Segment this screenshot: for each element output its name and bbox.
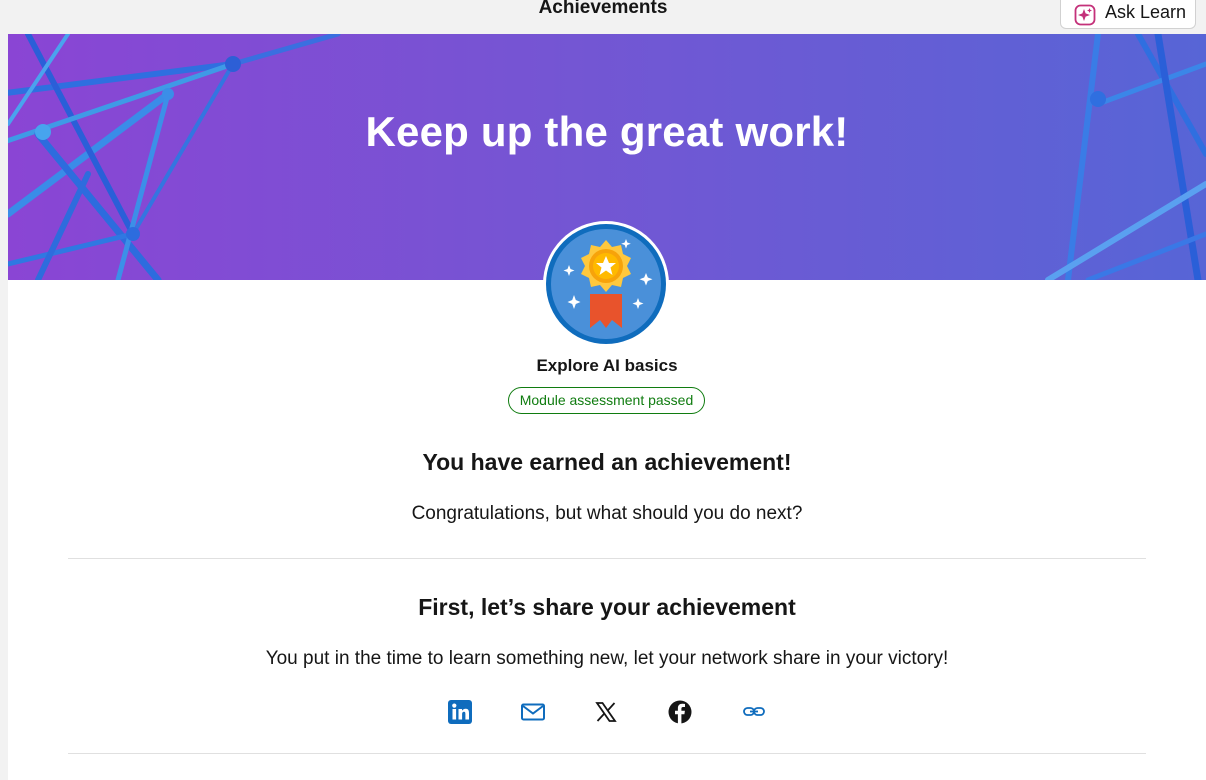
ask-learn-button[interactable]: Ask Learn [1060,0,1196,29]
divider [68,753,1146,754]
share-icons [8,699,1206,729]
divider [68,558,1146,559]
earned-subtext: Congratulations, but what should you do … [411,503,803,524]
share-heading: First, let’s share your achievement [418,594,796,620]
email-icon[interactable] [520,699,546,725]
medal-star-icon [543,221,669,347]
module-name: Explore AI basics [536,356,678,375]
linkedin-icon[interactable] [447,699,473,725]
page-title: Achievements [538,0,668,18]
status-badge: Module assessment passed [508,387,705,414]
x-icon[interactable] [593,699,619,725]
ask-learn-label: Ask Learn [1105,2,1187,22]
share-subtext: You put in the time to learn something n… [265,648,949,669]
top-bar: Achievements Ask Learn [0,0,1206,34]
link-icon[interactable] [741,699,767,725]
hero-title: Keep up the great work! [365,108,849,155]
achievement-panel: Keep up the great work! Explore AI basic… [8,34,1206,780]
earned-heading: You have earned an achievement! [422,449,792,475]
facebook-icon[interactable] [667,699,693,725]
ask-learn-sparkle-icon [1074,4,1096,26]
